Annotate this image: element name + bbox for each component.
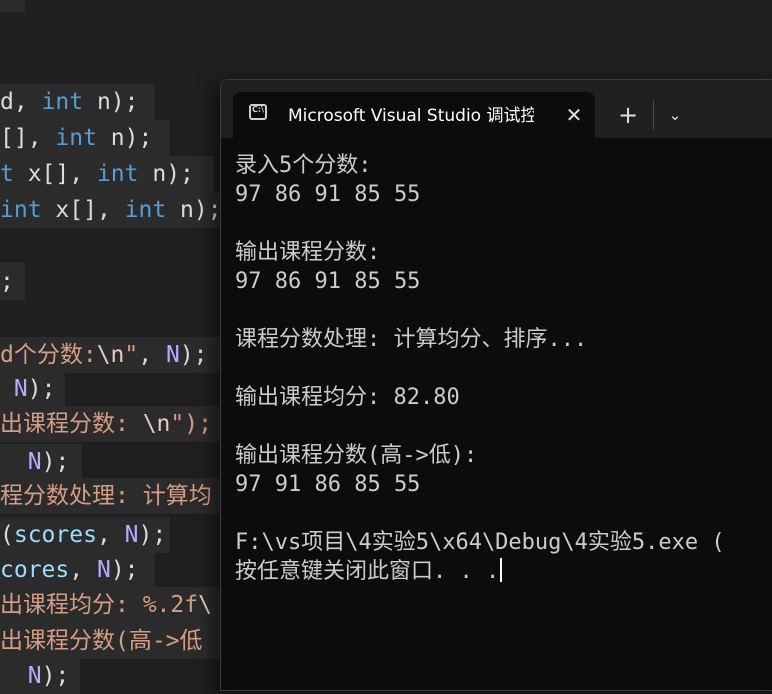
console-line: 97 91 86 85 55 xyxy=(235,472,421,497)
new-tab-button[interactable]: + xyxy=(613,102,643,128)
code-line: 出课程分数(高->低 xyxy=(0,623,222,659)
code-line: (scores, N); xyxy=(0,517,170,553)
code-line: N); xyxy=(0,658,80,694)
chevron-down-icon[interactable]: ⌄ xyxy=(663,102,687,128)
tab-bar: Microsoft Visual Studio 调试控制台 ✕ + ⌄ xyxy=(221,80,772,138)
editor-highlight xyxy=(0,0,25,12)
debug-console-window[interactable]: Microsoft Visual Studio 调试控制台 ✕ + ⌄ 录入5个… xyxy=(220,79,772,691)
code-line: 出课程均分: %.2f\ xyxy=(0,587,222,623)
console-icon xyxy=(249,104,267,120)
divider xyxy=(653,100,654,130)
close-icon[interactable]: ✕ xyxy=(561,102,587,128)
code-line: N); xyxy=(0,444,82,480)
tab-title: Microsoft Visual Studio 调试控制台 xyxy=(288,106,534,126)
code-line: d, int n); xyxy=(0,84,155,120)
tab-debug-console[interactable]: Microsoft Visual Studio 调试控制台 ✕ xyxy=(233,92,595,138)
text-cursor xyxy=(500,558,503,582)
code-line: ; xyxy=(0,269,14,295)
console-line: 输出课程分数(高->低): xyxy=(235,443,478,468)
code-line: 出课程分数: \n"); xyxy=(0,406,222,442)
code-line: d个分数:\n", N); xyxy=(0,337,222,373)
code-line: int x[], int n); xyxy=(0,192,222,228)
console-line: 课程分数处理: 计算均分、排序... xyxy=(235,327,588,352)
code-line: 程分数处理: 计算均 xyxy=(0,478,222,514)
console-line: F:\vs项目\4实验5\x64\Debug\4实验5.exe ( xyxy=(235,530,725,555)
code-line: [], int n); xyxy=(0,120,170,156)
console-line: 输出课程分数: xyxy=(235,240,381,265)
console-line: 录入5个分数: xyxy=(235,153,372,178)
console-line: 按任意键关闭此窗口. . . xyxy=(235,559,500,584)
code-line: N); xyxy=(0,371,65,407)
console-line: 97 86 91 85 55 xyxy=(235,182,421,207)
console-line: 输出课程均分: 82.80 xyxy=(235,385,460,410)
code-line: t x[], int n); xyxy=(0,156,214,192)
console-output[interactable]: 录入5个分数: 97 86 91 85 55 输出课程分数: 97 86 91 … xyxy=(235,151,772,586)
code-line: cores, N); xyxy=(0,552,155,588)
console-prompt-line: 按任意键关闭此窗口. . . xyxy=(235,557,772,586)
console-line: 97 86 91 85 55 xyxy=(235,269,421,294)
